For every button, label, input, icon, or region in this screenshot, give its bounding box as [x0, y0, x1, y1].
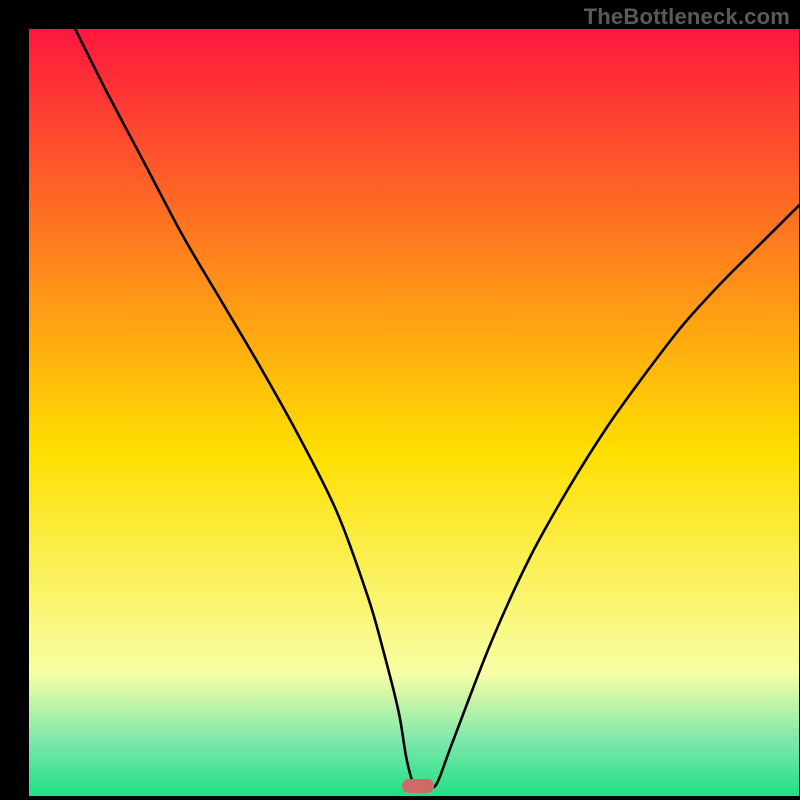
- watermark-text: TheBottleneck.com: [584, 4, 790, 30]
- optimal-marker: [402, 779, 434, 793]
- chart-frame: TheBottleneck.com: [0, 0, 800, 800]
- gradient-background: [29, 29, 799, 796]
- plot-svg: [29, 29, 799, 796]
- plot-area: [29, 29, 799, 796]
